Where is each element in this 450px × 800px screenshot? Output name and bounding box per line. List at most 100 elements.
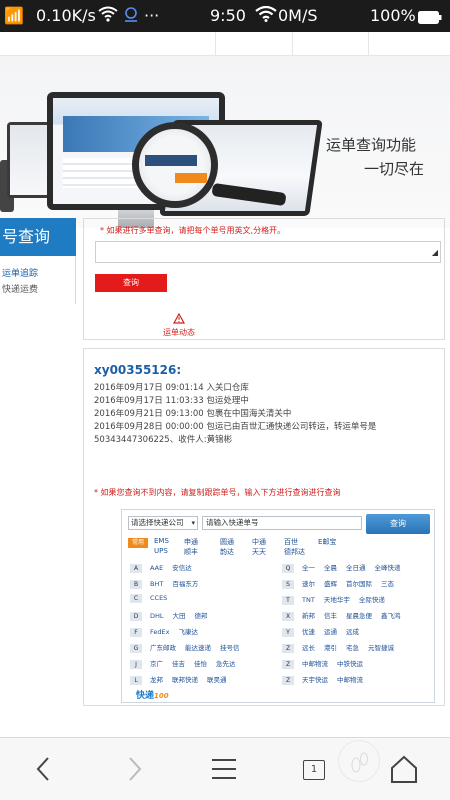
- tracking-status-label: 运单动态: [163, 328, 195, 337]
- courier-link[interactable]: 挂号信: [220, 642, 240, 652]
- courier-row: A AAE 安信达: [130, 562, 201, 573]
- home-icon[interactable]: [384, 752, 424, 786]
- courier-link[interactable]: 远长: [302, 642, 315, 652]
- tracking-event: 2016年09月17日 11:03:33 包运处理中: [94, 396, 249, 406]
- courier-link[interactable]: 天天: [252, 547, 266, 557]
- courier-link[interactable]: 盛辉: [324, 578, 337, 588]
- courier-link[interactable]: 中邮物流: [337, 674, 363, 684]
- left-menu: 号查询 运单追踪 快递运费: [0, 218, 76, 304]
- forward-icon[interactable]: [114, 752, 154, 786]
- top-nav: [0, 32, 450, 56]
- clock: 9:50: [210, 6, 246, 25]
- courier-link[interactable]: 港引: [324, 642, 337, 652]
- resize-handle-icon[interactable]: ◢: [432, 248, 438, 257]
- courier-link[interactable]: BHT: [150, 580, 163, 588]
- status-bar: 📶 0.10K/s ··· 9:50 0M/S 100%: [0, 0, 450, 32]
- back-icon[interactable]: [24, 752, 64, 786]
- widget-search-button[interactable]: 查询: [366, 514, 430, 534]
- courier-link[interactable]: 新邦: [302, 610, 315, 620]
- courier-select-value: 请选择快递公司: [131, 518, 184, 527]
- courier-link[interactable]: 运通: [324, 626, 337, 636]
- courier-link[interactable]: E邮宝: [318, 537, 336, 547]
- courier-link[interactable]: 中铁快运: [337, 658, 363, 668]
- courier-row: B BHT 百福东方: [130, 578, 207, 589]
- courier-link[interactable]: 信丰: [324, 610, 337, 620]
- letter-index: C: [130, 594, 142, 603]
- courier-link[interactable]: 京广: [150, 658, 163, 668]
- courier-link[interactable]: TNT: [302, 596, 315, 604]
- warning-icon: [172, 309, 186, 324]
- courier-link[interactable]: DHL: [150, 612, 164, 620]
- courier-link[interactable]: FedEx: [150, 628, 169, 636]
- menu-icon[interactable]: [204, 752, 244, 786]
- courier-link[interactable]: 首尔国际: [346, 578, 372, 588]
- courier-search-widget: 请选择快递公司 ▾ 请输入快递单号 查询 常用 EMS 申通 圆通 中通 百世 …: [121, 509, 435, 703]
- courier-link[interactable]: 天地华宇: [324, 594, 350, 604]
- courier-link[interactable]: 广东邮政: [150, 642, 176, 652]
- courier-link[interactable]: 三态: [381, 578, 394, 588]
- letter-index: T: [282, 596, 294, 605]
- courier-link[interactable]: 申通: [184, 537, 198, 547]
- brand-suffix: 100: [154, 692, 169, 700]
- courier-link[interactable]: 优速: [302, 626, 315, 636]
- courier-link[interactable]: 联邦快递: [172, 674, 198, 684]
- wifi-icon: [255, 5, 277, 26]
- courier-link[interactable]: CCES: [150, 594, 167, 602]
- letter-index: A: [130, 564, 142, 573]
- courier-link[interactable]: 百世: [284, 537, 298, 547]
- courier-link[interactable]: 佳怡: [194, 658, 207, 668]
- courier-link[interactable]: 韵达: [220, 547, 234, 557]
- courier-link[interactable]: 百福东方: [172, 578, 198, 588]
- courier-link[interactable]: 元智捷诚: [368, 642, 394, 652]
- courier-link[interactable]: 联昊通: [207, 674, 227, 684]
- courier-link[interactable]: 急先达: [216, 658, 236, 668]
- courier-row: J 京广 佳吉 佳怡 急先达: [130, 658, 245, 669]
- query-button[interactable]: 查询: [95, 274, 167, 292]
- courier-link[interactable]: 德邦: [195, 610, 208, 620]
- courier-link[interactable]: 天宇快运: [302, 674, 328, 684]
- courier-link[interactable]: 星晨急便: [346, 610, 372, 620]
- menu-item-shipping-fee[interactable]: 快递运费: [2, 282, 38, 295]
- courier-row: Z 中邮物流 中铁快运: [282, 658, 372, 669]
- courier-row: S 速尔 盛辉 首尔国际 三态: [282, 578, 403, 589]
- courier-link[interactable]: 全峰快递: [375, 562, 401, 572]
- letter-index: Z: [282, 644, 294, 653]
- letter-index: Q: [282, 564, 294, 573]
- courier-link[interactable]: 安信达: [172, 562, 192, 572]
- menu-item-tracking[interactable]: 运单追踪: [2, 266, 38, 279]
- wifi-icon: [98, 6, 118, 26]
- letter-index: Z: [282, 676, 294, 685]
- tracking-event: 50343447306225、收件人:黄锦彬: [94, 435, 233, 445]
- courier-link[interactable]: 全日通: [346, 562, 366, 572]
- courier-link[interactable]: 中通: [252, 537, 266, 547]
- courier-link[interactable]: 飞康达: [178, 626, 198, 636]
- letter-index: Y: [282, 628, 294, 637]
- kuaidi100-logo: 快递100: [136, 688, 169, 701]
- courier-link[interactable]: 佳吉: [172, 658, 185, 668]
- courier-link[interactable]: 顺丰: [184, 547, 198, 557]
- courier-link[interactable]: 龙邦: [150, 674, 163, 684]
- courier-select[interactable]: 请选择快递公司 ▾: [128, 516, 198, 530]
- courier-link[interactable]: UPS: [154, 547, 168, 555]
- tracking-number-input[interactable]: ◢: [95, 241, 441, 263]
- courier-link[interactable]: 大田: [173, 610, 186, 620]
- browser-nav-bar: 1: [0, 737, 450, 800]
- courier-link[interactable]: 能达速递: [185, 642, 211, 652]
- widget-tracking-input[interactable]: 请输入快递单号: [202, 516, 362, 530]
- courier-link[interactable]: 全晨: [324, 562, 337, 572]
- courier-link[interactable]: 德邦达: [284, 547, 305, 557]
- courier-link[interactable]: AAE: [150, 564, 163, 572]
- courier-link[interactable]: 远成: [346, 626, 359, 636]
- courier-link[interactable]: 圆通: [220, 537, 234, 547]
- courier-row: Q 全一 全晨 全日通 全峰快递: [282, 562, 410, 573]
- courier-link[interactable]: 宅急: [346, 642, 359, 652]
- tabs-button[interactable]: 1: [294, 752, 334, 786]
- courier-link[interactable]: 全一: [302, 562, 315, 572]
- courier-link[interactable]: EMS: [154, 537, 169, 545]
- courier-link[interactable]: 中邮物流: [302, 658, 328, 668]
- courier-link[interactable]: 全际快递: [359, 594, 385, 604]
- courier-link[interactable]: 速尔: [302, 578, 315, 588]
- courier-link[interactable]: 鑫飞鸿: [381, 610, 401, 620]
- letter-index: X: [282, 612, 294, 621]
- banner-title: 运单查询功能: [326, 136, 417, 154]
